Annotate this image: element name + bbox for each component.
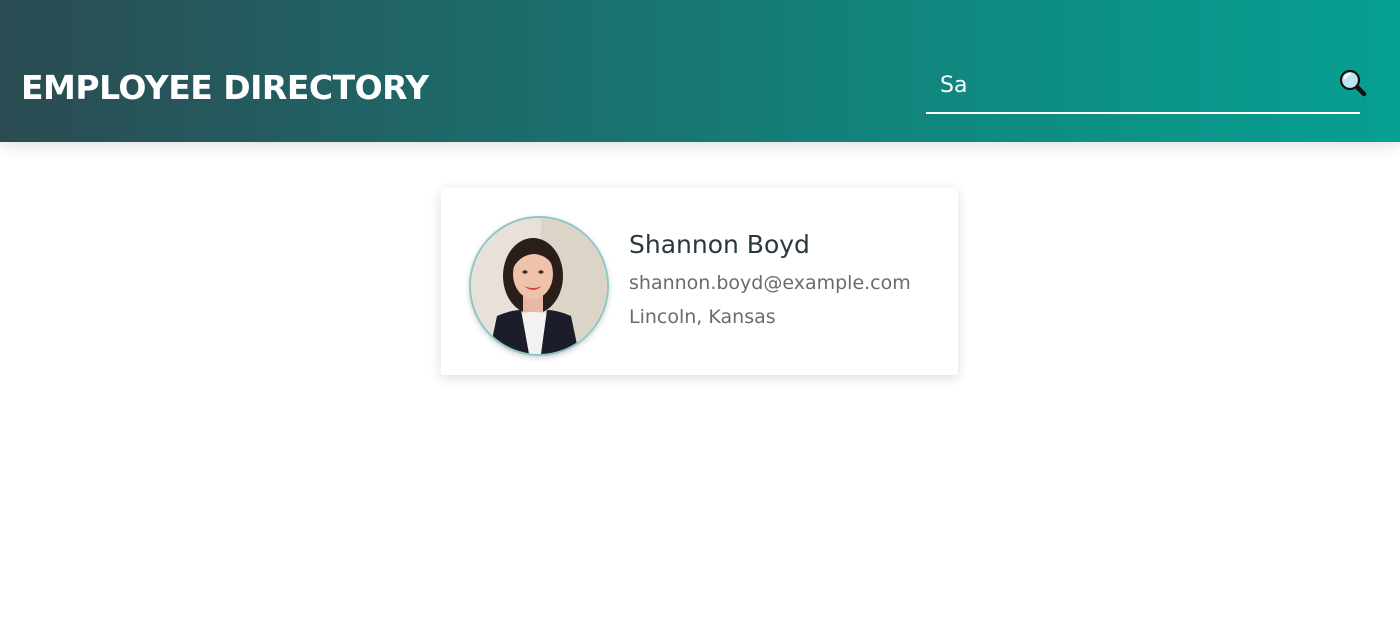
search-icon[interactable]: [1338, 68, 1368, 98]
employee-card[interactable]: Shannon Boyd shannon.boyd@example.com Li…: [441, 188, 958, 375]
page-title: EMPLOYEE DIRECTORY: [21, 68, 429, 107]
employee-location: Lincoln, Kansas: [629, 306, 776, 328]
employee-email: shannon.boyd@example.com: [629, 272, 911, 294]
app-header: EMPLOYEE DIRECTORY: [0, 0, 1400, 142]
employee-name: Shannon Boyd: [629, 230, 810, 259]
search-bar: [926, 62, 1367, 114]
search-input[interactable]: [940, 68, 1320, 102]
avatar: [469, 216, 609, 356]
